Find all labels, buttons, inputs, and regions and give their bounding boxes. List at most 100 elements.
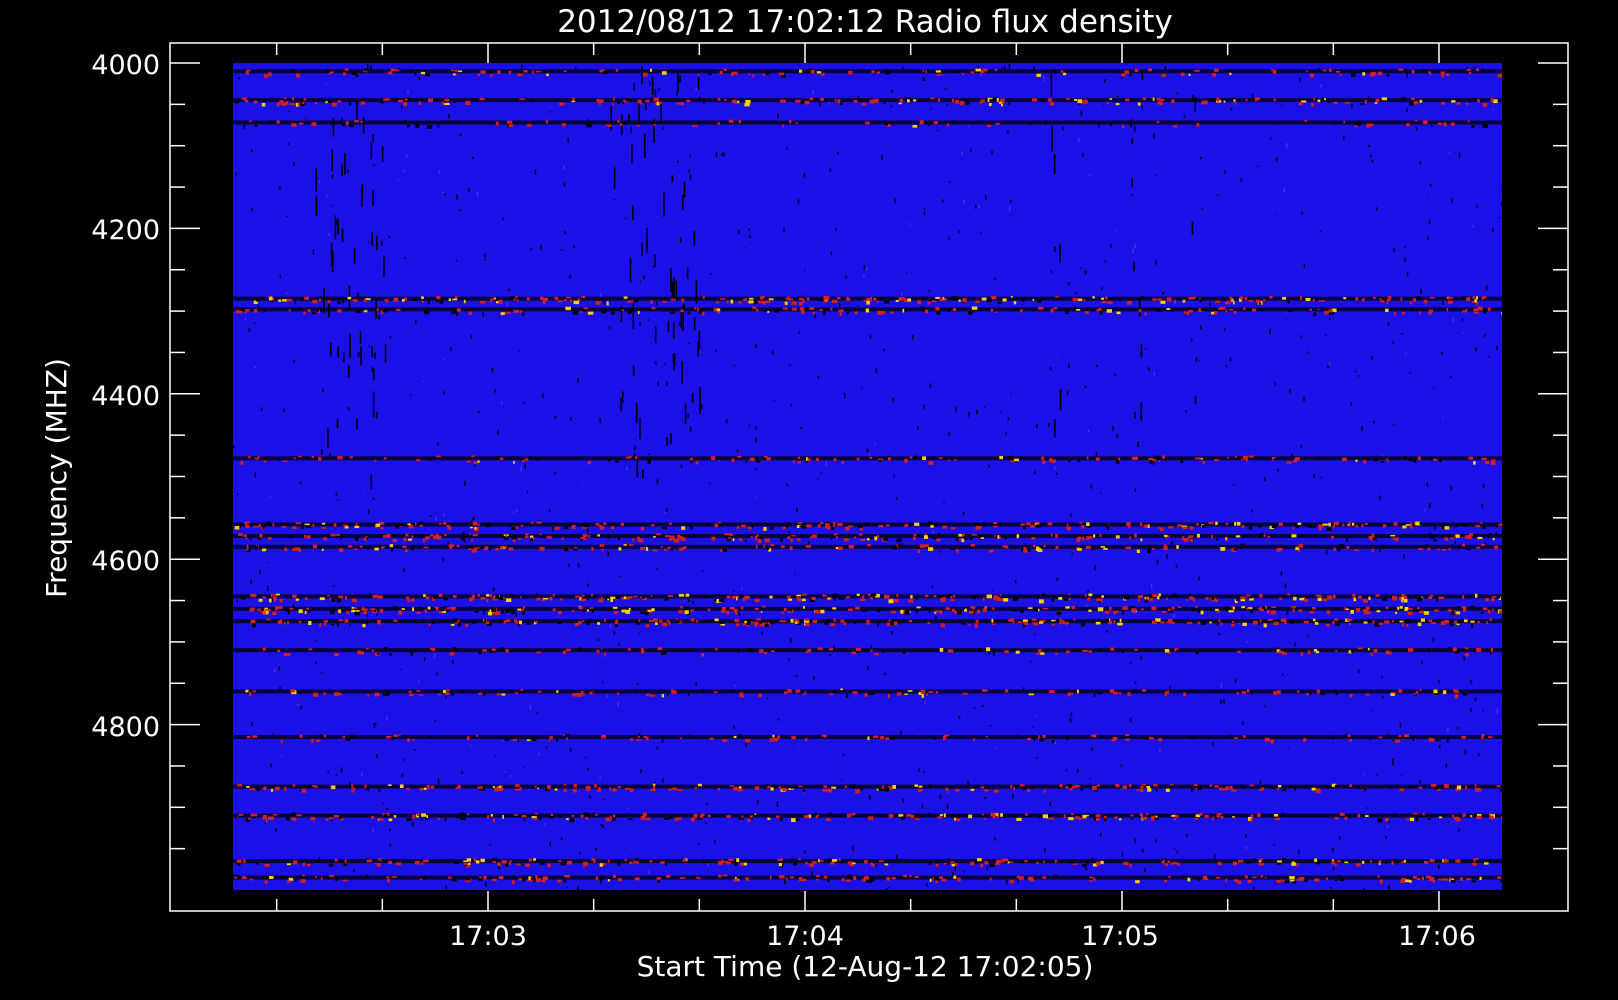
band-pixel (876, 609, 881, 612)
band-pixel (953, 875, 957, 879)
band-pixel (1277, 863, 1282, 865)
spectrogram-speck (1379, 548, 1381, 553)
band-pixel (1280, 618, 1287, 622)
spectrogram-speck (648, 453, 650, 455)
spectrogram-speck (410, 394, 412, 396)
band-pixel (1027, 607, 1033, 609)
spectrogram-speck (923, 404, 925, 409)
band-pixel (712, 120, 715, 125)
band-pixel (1482, 524, 1486, 529)
spectrogram-speck (468, 538, 470, 540)
band-pixel (257, 537, 262, 540)
band-pixel (927, 301, 931, 305)
spectrogram-speck (382, 802, 385, 804)
band-pixel (1475, 296, 1478, 300)
band-pixel (769, 738, 773, 742)
band-pixel (1155, 817, 1159, 820)
band-pixel (989, 877, 992, 881)
spectrogram-speck (1077, 769, 1079, 773)
band-pixel (607, 607, 612, 612)
spectrogram-streak (689, 174, 692, 180)
band-pixel (439, 522, 442, 525)
band-pixel (237, 783, 243, 787)
band-pixel (719, 70, 723, 75)
band-pixel (312, 299, 318, 304)
band-pixel (953, 594, 956, 598)
spectrogram-speck (1330, 887, 1332, 889)
spectrogram-speck (677, 160, 679, 163)
band-pixel (1369, 860, 1372, 863)
spectrogram-speck (1134, 243, 1136, 249)
band-pixel (810, 536, 812, 539)
band-pixel (613, 874, 616, 878)
band-pixel (515, 784, 519, 787)
band-pixel (277, 649, 281, 653)
band-pixel (816, 875, 820, 878)
band-pixel (1277, 860, 1282, 863)
spectrogram-streak (667, 320, 670, 332)
band-pixel (1128, 524, 1131, 529)
band-pixel (828, 858, 832, 862)
band-pixel (1134, 533, 1137, 538)
spectrogram-speck (1176, 92, 1178, 95)
band-pixel (1050, 101, 1055, 106)
band-pixel (1160, 621, 1165, 624)
band-pixel (1095, 621, 1101, 625)
band-pixel (696, 876, 699, 879)
band-pixel (791, 818, 796, 822)
band-pixel (730, 785, 734, 787)
band-pixel (1487, 736, 1493, 739)
band-pixel (506, 598, 512, 602)
band-pixel (1378, 736, 1383, 739)
spectrogram-speck (1376, 773, 1378, 776)
band-pixel (936, 859, 940, 862)
band-pixel (1373, 296, 1376, 300)
band-pixel (1376, 610, 1381, 613)
band-pixel (1216, 97, 1220, 102)
band-pixel (338, 595, 344, 599)
band-pixel (509, 296, 514, 299)
band-pixel (615, 596, 619, 600)
spectrogram-streak (376, 236, 378, 250)
band-pixel (1037, 649, 1042, 653)
band-pixel (306, 607, 309, 610)
band-pixel (1263, 299, 1266, 302)
spectrogram-speck (1332, 847, 1334, 852)
spectrogram-speck (948, 432, 950, 437)
band-pixel (1125, 738, 1130, 741)
band-pixel (1220, 816, 1224, 819)
band-pixel (627, 309, 632, 314)
spectrogram-streak (641, 66, 643, 84)
band-pixel (922, 69, 925, 72)
band-pixel (1271, 68, 1273, 72)
band-pixel (1160, 99, 1165, 101)
band-pixel (363, 608, 368, 611)
spectrogram-speck (443, 359, 445, 361)
band-pixel (1363, 788, 1367, 791)
band-pixel (929, 878, 932, 882)
band-pixel (415, 124, 420, 128)
band-4875 (233, 784, 1502, 789)
band-pixel (262, 596, 266, 599)
band-pixel (711, 456, 716, 461)
band-pixel (582, 693, 585, 696)
spectrogram-speck (1406, 272, 1409, 276)
band-pixel (1088, 609, 1092, 612)
band-pixel (1433, 539, 1438, 542)
band-pixel (1321, 300, 1325, 302)
band-pixel (1406, 624, 1409, 627)
band-pixel (769, 595, 773, 599)
band-pixel (1432, 879, 1435, 883)
band-pixel (822, 595, 827, 597)
band-pixel (1309, 308, 1312, 311)
band-pixel (1114, 816, 1118, 819)
band-pixel (732, 71, 738, 75)
band-pixel (650, 300, 653, 305)
spectrogram-speck (254, 366, 256, 368)
band-pixel (1332, 594, 1336, 599)
band-pixel (787, 598, 793, 601)
band-pixel (540, 534, 547, 538)
spectrogram-speck (695, 682, 697, 686)
band-pixel (1433, 693, 1440, 695)
spectrogram-speck (491, 368, 494, 373)
